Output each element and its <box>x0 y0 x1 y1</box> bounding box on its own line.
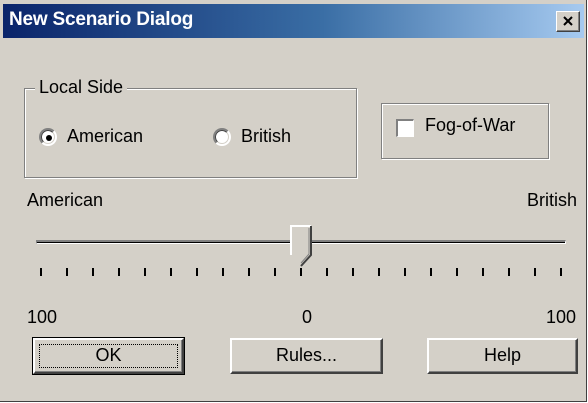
focus-rect <box>39 344 178 368</box>
slider-tick <box>196 268 198 276</box>
slider-tick <box>534 268 536 276</box>
slider-tick <box>560 268 562 276</box>
scale-left-label: 100 <box>27 307 58 327</box>
close-button[interactable] <box>556 11 580 32</box>
help-button[interactable]: Help <box>427 338 578 374</box>
new-scenario-dialog: New Scenario Dialog Local Side American … <box>0 0 587 402</box>
slider-left-label: American <box>27 190 104 210</box>
slider-tick <box>144 268 146 276</box>
radio-dot-icon <box>46 135 52 141</box>
slider-tick <box>300 268 302 276</box>
slider-tick <box>508 268 510 276</box>
scale-right-label: 100 <box>546 307 577 327</box>
slider-tick <box>170 268 172 276</box>
slider-tick <box>352 268 354 276</box>
close-icon <box>563 16 573 26</box>
window-title: New Scenario Dialog <box>9 9 194 30</box>
ok-button[interactable]: OK <box>32 337 185 375</box>
slider-right-label: British <box>527 190 578 210</box>
fog-of-war-label[interactable]: Fog-of-War <box>425 115 515 136</box>
slider-tick <box>118 268 120 276</box>
local-side-legend: Local Side <box>35 77 128 98</box>
slider-tick <box>378 268 380 276</box>
slider-tick <box>92 268 94 276</box>
title-bar[interactable]: New Scenario Dialog <box>3 4 584 38</box>
slider-ticks <box>36 268 566 278</box>
radio-american-label[interactable]: American <box>67 126 143 147</box>
rules-button-label: Rules... <box>275 345 338 365</box>
radio-british[interactable] <box>213 128 231 146</box>
slider-tick <box>430 268 432 276</box>
slider-tick <box>66 268 68 276</box>
slider-tick <box>222 268 224 276</box>
help-button-label: Help <box>483 345 522 365</box>
slider-tick <box>456 268 458 276</box>
slider-tick <box>248 268 250 276</box>
fog-of-war-checkbox[interactable] <box>396 119 414 137</box>
scale-center-label: 0 <box>302 307 313 327</box>
slider-tick <box>40 268 42 276</box>
radio-british-label[interactable]: British <box>241 126 291 147</box>
slider-tick <box>326 268 328 276</box>
slider-tick <box>482 268 484 276</box>
slider-thumb[interactable] <box>290 225 312 267</box>
rules-button[interactable]: Rules... <box>230 338 383 374</box>
slider-tick <box>274 268 276 276</box>
radio-american[interactable] <box>39 128 57 146</box>
fog-of-war-frame: Fog-of-War <box>381 103 549 159</box>
slider-tick <box>404 268 406 276</box>
